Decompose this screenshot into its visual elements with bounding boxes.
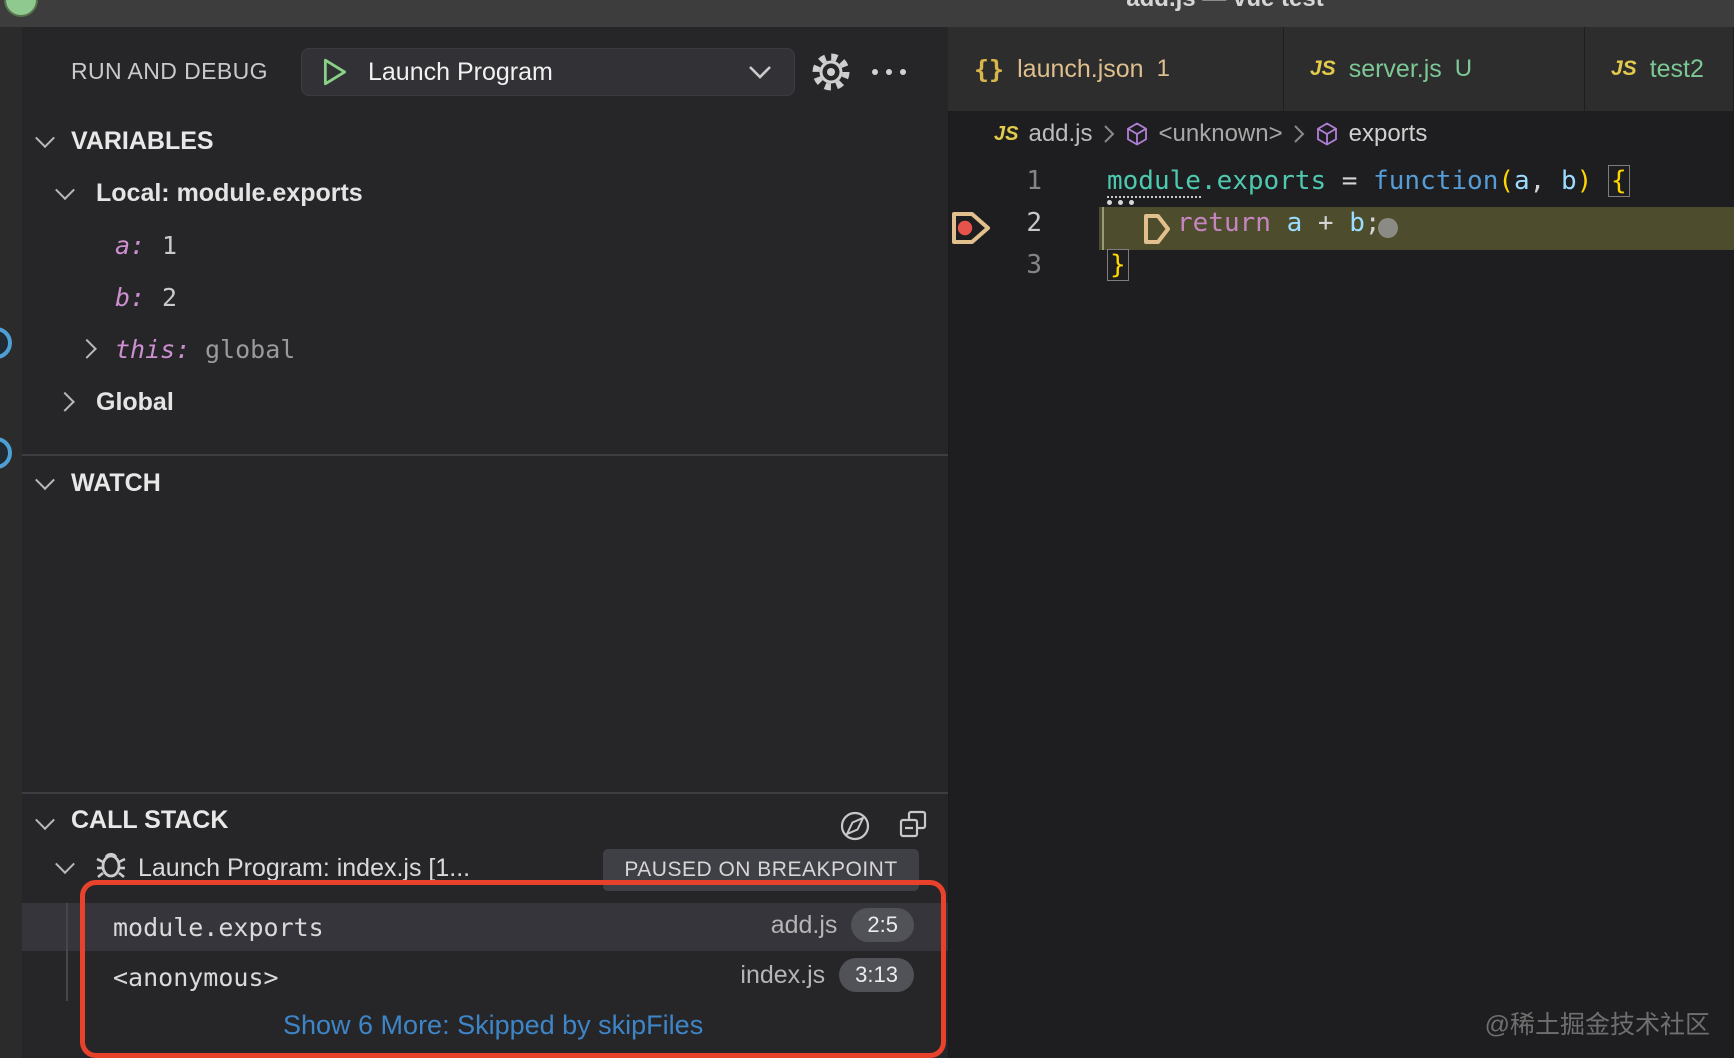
symbol-namespace-icon	[1126, 122, 1147, 146]
activity-bar-badge-icon[interactable]	[0, 437, 12, 469]
sidebar-title: RUN AND DEBUG	[71, 58, 268, 84]
indent-guide	[1102, 207, 1104, 250]
section-divider	[22, 792, 948, 794]
line-number[interactable]: 2	[1008, 208, 1042, 238]
breadcrumb: JS add.js <unknown> exports	[994, 120, 1427, 148]
breadcrumb-file[interactable]: add.js	[1028, 120, 1092, 148]
section-divider	[22, 454, 948, 456]
activity-bar-badge-icon[interactable]	[0, 327, 12, 359]
tab-launch-json[interactable]: {} launch.json 1	[948, 27, 1284, 111]
views-more-actions-icon[interactable]	[872, 69, 906, 75]
variable-value[interactable]: 2	[162, 283, 177, 312]
variables-header[interactable]: VARIABLES	[71, 127, 214, 156]
js-file-icon: JS	[1310, 57, 1336, 80]
variable-name[interactable]: a:	[115, 231, 145, 260]
gear-icon[interactable]	[810, 51, 852, 93]
watch-header[interactable]: WATCH	[71, 469, 161, 498]
activity-bar	[0, 27, 22, 1058]
vscode-window: add.js — vue test RUN AND DEBUG Launch P…	[0, 0, 1734, 1058]
hint-dots-decoration	[1107, 200, 1134, 205]
inline-breakpoint-icon[interactable]	[1140, 212, 1174, 246]
title-bar: add.js — vue test	[0, 0, 1734, 27]
debug-session-row[interactable]: Launch Program: index.js [1...	[138, 854, 470, 883]
window-title: add.js — vue test	[1040, 0, 1410, 13]
launch-config-dropdown[interactable]: Launch Program	[301, 48, 795, 96]
inline-breakpoint-candidate-dot[interactable]	[1378, 218, 1398, 238]
chevron-right-icon	[1293, 125, 1305, 143]
macos-green-traffic-light[interactable]	[4, 0, 38, 17]
local-scope-chevron[interactable]	[52, 180, 78, 206]
token-module: module.exports	[1107, 166, 1327, 198]
variable-value[interactable]: global	[205, 335, 295, 364]
tab-server-js[interactable]: JS server.js U	[1284, 27, 1585, 111]
global-scope-row[interactable]: Global	[96, 388, 174, 417]
tab-label: launch.json	[1017, 54, 1144, 83]
tab-badge: U	[1454, 55, 1473, 82]
local-scope-row[interactable]: Local: module.exports	[96, 179, 363, 208]
callstack-collapse-chevron[interactable]	[32, 810, 58, 836]
session-collapse-chevron[interactable]	[52, 854, 78, 880]
chevron-down-icon	[749, 65, 771, 79]
js-file-icon: JS	[1611, 57, 1637, 80]
js-file-icon: JS	[994, 122, 1019, 145]
watermark: @稀土掘金技术社区	[1484, 1011, 1710, 1039]
this-expand-chevron[interactable]	[74, 333, 100, 359]
matched-brace: {	[1607, 165, 1630, 197]
code-line-1: module.exports = function(a, b) {	[1107, 165, 1630, 198]
json-file-icon: {}	[974, 54, 1005, 84]
collapse-all-icon[interactable]	[895, 806, 933, 844]
annotation-highlight-rectangle	[80, 880, 946, 1058]
line-number[interactable]: 3	[1008, 250, 1042, 280]
breadcrumb-symbol[interactable]: exports	[1349, 120, 1428, 148]
tab-test2[interactable]: JS test2	[1585, 27, 1734, 111]
tab-label: server.js	[1348, 54, 1442, 83]
bug-icon	[96, 852, 126, 879]
tab-badge: 1	[1156, 55, 1170, 82]
callstack-header[interactable]: CALL STACK	[71, 806, 228, 835]
debug-start-icon[interactable]	[322, 57, 348, 87]
variables-collapse-chevron[interactable]	[32, 128, 58, 154]
variable-name[interactable]: b:	[115, 283, 145, 312]
symbol-namespace-icon	[1316, 122, 1337, 146]
tab-label: test2	[1649, 54, 1704, 83]
code-line-3: }	[1107, 249, 1129, 281]
variable-name[interactable]: this:	[115, 335, 190, 364]
launch-config-label: Launch Program	[368, 57, 553, 86]
line-number[interactable]: 1	[1008, 166, 1042, 196]
token-return-keyword: return	[1177, 208, 1271, 238]
breakpoint-current-frame-icon[interactable]	[950, 210, 992, 246]
global-scope-chevron[interactable]	[52, 386, 78, 412]
watch-collapse-chevron[interactable]	[32, 470, 58, 496]
matched-brace: }	[1107, 249, 1129, 281]
code-line-2: return a + b;	[1177, 208, 1381, 238]
variable-value[interactable]: 1	[162, 231, 177, 260]
editor-tab-bar: {} launch.json 1 JS server.js U JS test2	[948, 27, 1734, 111]
compass-session-icon[interactable]	[837, 808, 873, 844]
chevron-right-icon	[1103, 125, 1114, 143]
token-function-keyword: function	[1373, 166, 1499, 196]
breadcrumb-symbol[interactable]: <unknown>	[1159, 120, 1283, 148]
